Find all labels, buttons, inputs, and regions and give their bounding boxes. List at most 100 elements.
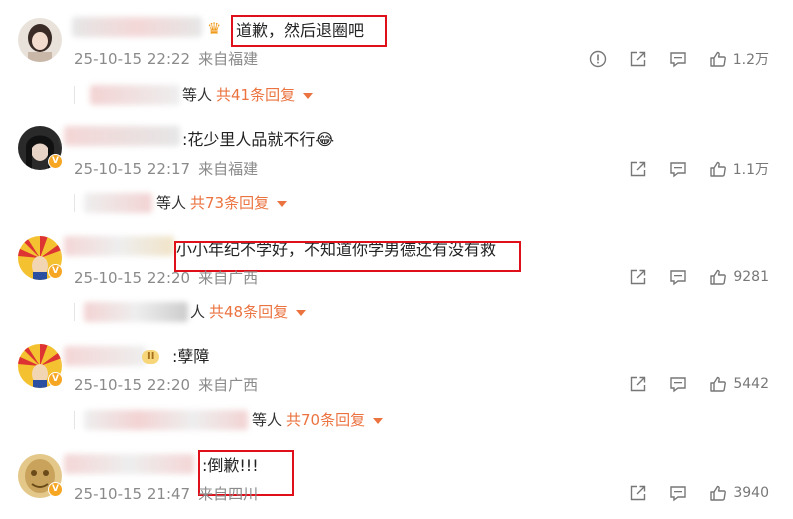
- comment-icon: [669, 160, 687, 178]
- share-button[interactable]: [629, 160, 647, 178]
- share-icon: [629, 375, 647, 393]
- comment-meta: 25-10-15 22:22 来自福建: [74, 49, 266, 69]
- replier-blurred: [90, 85, 180, 105]
- share-icon: [629, 50, 647, 68]
- share-icon: [629, 484, 647, 502]
- comment-time: 25-10-15 22:20: [74, 376, 191, 394]
- comment-icon: [669, 375, 687, 393]
- comment-text: :孽障: [172, 347, 210, 366]
- username-blurred[interactable]: [64, 236, 174, 256]
- reply-summary[interactable]: 等人 共70条回复: [252, 410, 384, 430]
- action-bar: 3940: [607, 484, 769, 502]
- comment-button[interactable]: [669, 268, 687, 286]
- like-button[interactable]: 5442: [709, 375, 769, 393]
- like-count: 3940: [733, 485, 769, 501]
- verified-badge: V: [48, 264, 63, 279]
- crown-icon: ♛: [207, 19, 222, 38]
- username-blurred[interactable]: [64, 126, 180, 146]
- comment-icon: [669, 268, 687, 286]
- comment-icon: [669, 50, 687, 68]
- verified-badge: V: [48, 482, 63, 497]
- comment-time: 25-10-15 22:17: [74, 160, 191, 178]
- comment-location: 来自福建: [198, 160, 259, 178]
- like-icon: [709, 50, 727, 68]
- comment-item: V :倒歉!!! 25-10-15 21:47 来自四川 3940: [0, 444, 793, 519]
- share-button[interactable]: [629, 484, 647, 502]
- avatar[interactable]: [18, 18, 62, 62]
- chevron-down-icon: [296, 309, 307, 316]
- like-count: 1.1万: [732, 162, 769, 178]
- username-blurred[interactable]: [64, 346, 146, 366]
- comment-location: 来自广西: [198, 269, 259, 287]
- action-bar: 1.2万: [567, 49, 769, 69]
- divider: [74, 411, 75, 429]
- chevron-down-icon: [303, 92, 314, 99]
- divider: [74, 86, 75, 104]
- action-bar: 1.1万: [607, 159, 769, 179]
- action-bar: 9281: [607, 268, 769, 286]
- reply-count: 共48条回复: [209, 303, 289, 321]
- reply-count: 共73条回复: [190, 194, 270, 212]
- comment-item: V II :孽障 25-10-15 22:20 来自广西 5442 等人 共70条回…: [0, 334, 793, 444]
- comment-text: :花少里人品就不行😂: [182, 130, 335, 149]
- verified-badge: V: [48, 372, 63, 387]
- like-icon: [709, 484, 727, 502]
- reply-count: 共41条回复: [216, 86, 296, 104]
- comment-item: V :花少里人品就不行😂 25-10-15 22:17 来自福建 1.1万 等人共…: [0, 112, 793, 222]
- share-button[interactable]: [629, 268, 647, 286]
- like-count: 9281: [733, 269, 769, 285]
- action-bar: 5442: [607, 375, 769, 393]
- like-button[interactable]: 9281: [709, 268, 769, 286]
- comment-meta: 25-10-15 22:17 来自福建: [74, 159, 266, 179]
- share-icon: [629, 160, 647, 178]
- share-icon: [629, 268, 647, 286]
- reply-summary[interactable]: 人共48条回复: [190, 302, 307, 322]
- username-blurred[interactable]: [72, 17, 202, 37]
- reply-count: 共70条回复: [286, 411, 366, 429]
- comment-button[interactable]: [669, 160, 687, 178]
- reply-who: 人: [190, 303, 206, 321]
- reply-who: 等人: [252, 411, 283, 429]
- comment-time: 25-10-15 22:22: [74, 50, 191, 68]
- comment-location: 来自福建: [198, 50, 259, 68]
- chevron-down-icon: [373, 417, 384, 424]
- comment-meta: 25-10-15 22:20 来自广西: [74, 375, 266, 395]
- share-button[interactable]: [629, 375, 647, 393]
- like-count: 1.2万: [732, 52, 769, 68]
- reply-summary[interactable]: 等人 共73条回复: [156, 193, 288, 213]
- replier-blurred: [84, 410, 248, 430]
- comment-location: 来自广西: [198, 376, 259, 394]
- like-count: 5442: [733, 376, 769, 392]
- share-button[interactable]: [629, 50, 647, 68]
- divider: [74, 303, 75, 321]
- replier-blurred: [84, 193, 152, 213]
- comment-button[interactable]: [669, 484, 687, 502]
- reply-who: 等人: [182, 86, 213, 104]
- like-icon: [709, 375, 727, 393]
- reply-summary[interactable]: 等人 共41条回复: [182, 85, 314, 105]
- laughing-emoji: 😂: [315, 130, 335, 149]
- comment-item: ♛ 道歉，然后退圈吧 25-10-15 22:22 来自福建 1.2万 等人 共41…: [0, 0, 793, 112]
- verified-badge: V: [48, 154, 63, 169]
- replier-blurred: [84, 302, 188, 322]
- comment-item: V 小小年纪不学好，不知道你学男德还有没有救 25-10-15 22:20 来自广…: [0, 222, 793, 334]
- like-button[interactable]: 3940: [709, 484, 769, 502]
- username-blurred[interactable]: [64, 454, 194, 474]
- comment-time: 25-10-15 22:20: [74, 269, 191, 287]
- like-button[interactable]: 1.1万: [709, 159, 769, 179]
- divider: [74, 194, 75, 212]
- chevron-down-icon: [277, 200, 288, 207]
- level-badge: II: [142, 350, 160, 364]
- highlight-box: [231, 15, 387, 47]
- reply-who: 等人: [156, 194, 187, 212]
- like-icon: [709, 268, 727, 286]
- comment-button[interactable]: [669, 50, 687, 68]
- comment-location: 来自四川: [198, 485, 259, 503]
- comment-meta: 25-10-15 21:47 来自四川: [74, 484, 266, 504]
- comment-time: 25-10-15 21:47: [74, 485, 191, 503]
- comment-meta: 25-10-15 22:20 来自广西: [74, 268, 266, 288]
- report-button[interactable]: [589, 50, 607, 68]
- report-icon: [589, 50, 607, 68]
- comment-button[interactable]: [669, 375, 687, 393]
- like-button[interactable]: 1.2万: [709, 49, 769, 69]
